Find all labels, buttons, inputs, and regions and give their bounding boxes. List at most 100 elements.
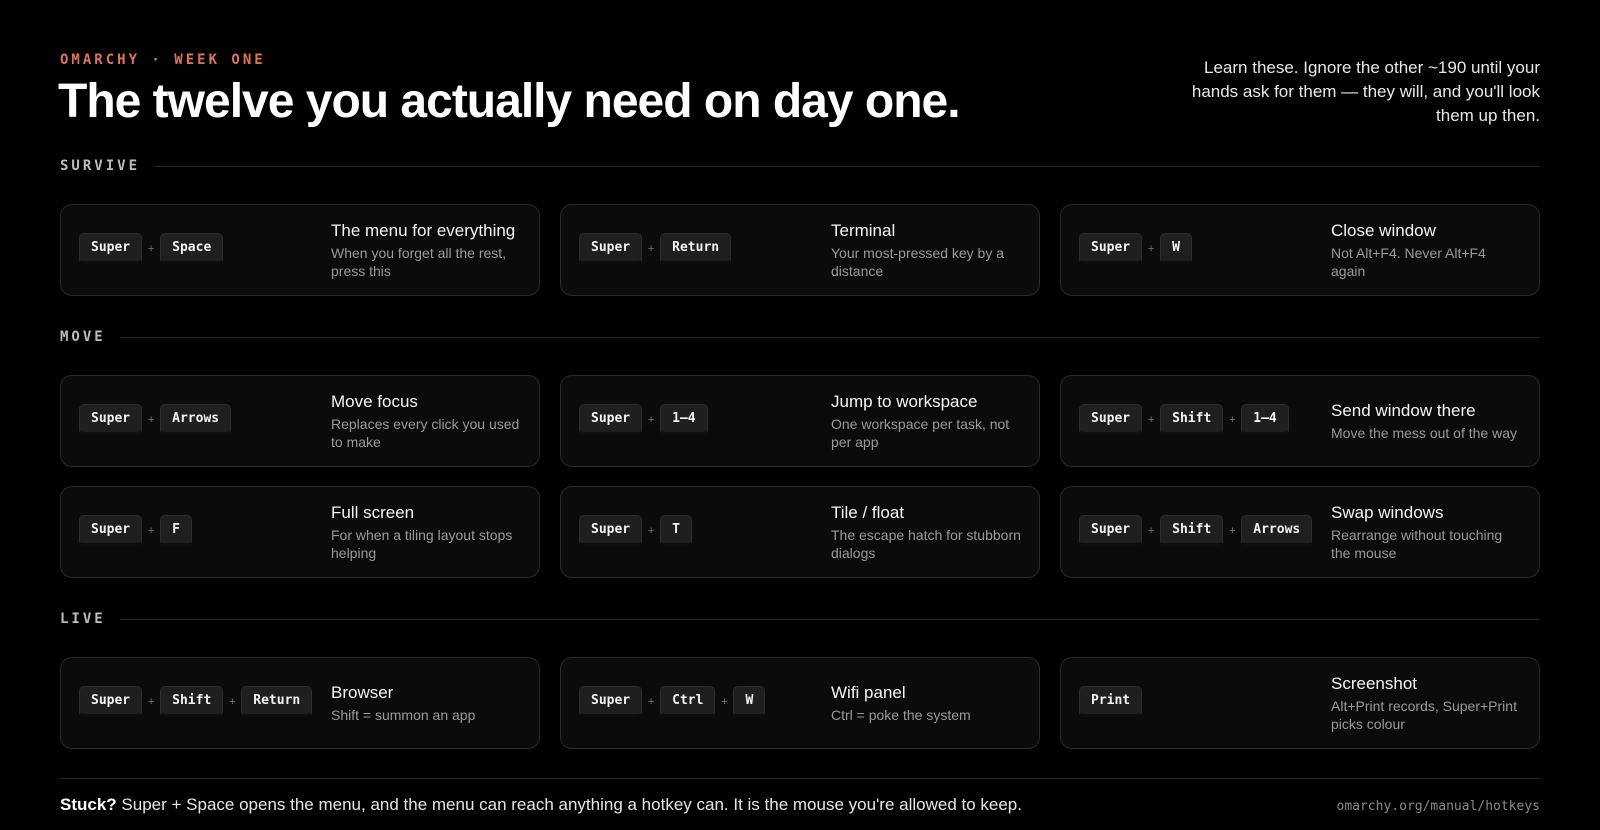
card-text: The menu for everything When you forget a… — [331, 205, 523, 295]
footer-divider — [60, 778, 1540, 779]
section-move: MOVE — [60, 327, 1540, 347]
plus-sign: + — [1147, 524, 1155, 537]
plus-sign: + — [147, 413, 155, 426]
keycap: Super — [1079, 233, 1143, 264]
card-text: Screenshot Alt+Print records, Super+Print… — [1331, 658, 1523, 748]
key-combo: Super + Shift + Arrows — [1079, 515, 1313, 546]
key-combo: Super + Space — [79, 233, 224, 264]
key-combo: Print — [1079, 686, 1143, 717]
keycap: F — [160, 515, 192, 546]
shortcut-description: For when a tiling layout stops helping — [331, 527, 513, 561]
keycap: Super — [79, 515, 143, 546]
keycap: Shift — [1160, 404, 1224, 435]
keycap: Super — [579, 686, 643, 717]
plus-sign: + — [1147, 242, 1155, 255]
keycap: Super — [579, 515, 643, 546]
footer-note: Stuck? Super + Space opens the menu, and… — [60, 795, 1022, 815]
plus-sign: + — [229, 695, 236, 708]
keycap: Super — [79, 686, 143, 717]
eyebrow: OMARCHY · WEEK ONE — [60, 52, 266, 68]
section-label-survive: SURVIVE — [60, 158, 141, 174]
plus-sign: + — [721, 695, 728, 708]
keycap: Arrows — [1241, 515, 1313, 546]
shortcut-card: Print Screenshot Alt+Print records, Super+… — [1060, 657, 1540, 749]
plus-sign: + — [147, 242, 155, 255]
section-divider — [119, 336, 1540, 338]
shortcut-title: Close window — [1331, 221, 1436, 240]
key-combo: Super + Ctrl + W — [579, 686, 766, 717]
key-combo: Super + Shift + Return — [79, 686, 313, 717]
keycap: Super — [1079, 404, 1143, 435]
shortcut-card: Super + Return Terminal Your most-pressed ke… — [560, 204, 1040, 296]
keycap: Ctrl — [660, 686, 716, 717]
card-text: Jump to workspace One workspace per task,… — [831, 376, 1023, 466]
shortcut-description: One workspace per task, not per app — [831, 416, 1010, 450]
shortcut-card: Super + W Close window Not Alt+F4. Never Alt… — [1060, 204, 1540, 296]
keycap: Shift — [1160, 515, 1224, 546]
section-divider — [119, 618, 1540, 620]
key-combo: Super + Arrows — [79, 404, 232, 435]
shortcut-card: Super + T Tile / float The escape hatch for … — [560, 486, 1040, 578]
shortcut-title: Terminal — [831, 221, 896, 240]
shortcut-card: Super + Shift +1–4 Send window there Move the… — [1060, 375, 1540, 467]
shortcut-card: Super + Shift + Return Browser Shift = summon … — [60, 657, 540, 749]
section-divider — [154, 165, 1540, 167]
plus-sign: + — [1229, 413, 1236, 426]
footer-text: Super + Space opens the menu, and the me… — [116, 795, 1022, 814]
footer-lead: Stuck? — [60, 795, 117, 814]
shortcut-title: Swap windows — [1331, 503, 1444, 522]
shortcut-card: Super + Shift + Arrows Swap windows Rearrange … — [1060, 486, 1540, 578]
shortcut-card: Super + Space The menu for everything When y… — [60, 204, 540, 296]
shortcut-description: Ctrl = poke the system — [831, 707, 971, 723]
shortcut-title: The menu for everything — [331, 221, 516, 240]
card-text: Browser Shift = summon an app — [331, 658, 523, 748]
card-text: Terminal Your most-pressed key by a dista… — [831, 205, 1023, 295]
shortcut-description: Shift = summon an app — [331, 707, 476, 723]
section-label-move: MOVE — [60, 329, 106, 345]
card-text: Tile / float The escape hatch for stubbor… — [831, 487, 1023, 577]
card-text: Wifi panel Ctrl = poke the system — [831, 658, 1023, 748]
shortcut-card: Super +1–4 Jump to workspace One workspace … — [560, 375, 1040, 467]
shortcut-card: Super + Arrows Move focus Replaces every cli… — [60, 375, 540, 467]
shortcut-title: Screenshot — [1331, 674, 1417, 693]
keycap: Super — [579, 404, 643, 435]
plus-sign: + — [647, 524, 655, 537]
shortcut-title: Wifi panel — [831, 683, 906, 702]
shortcut-description: When you forget all the rest, press this — [331, 245, 507, 279]
shortcut-description: Your most-pressed key by a distance — [831, 245, 1005, 279]
keycap: Super — [579, 233, 643, 264]
keycap: Print — [1079, 686, 1143, 717]
plus-sign: + — [1229, 524, 1236, 537]
card-text: Close window Not Alt+F4. Never Alt+F4 aga… — [1331, 205, 1523, 295]
keycap: Space — [160, 233, 224, 264]
keycap: W — [1160, 233, 1192, 264]
keycap: 1–4 — [660, 404, 708, 435]
plus-sign: + — [647, 242, 655, 255]
shortcut-description: Alt+Print records, Super+Print picks col… — [1331, 698, 1517, 732]
shortcut-card: Super + Ctrl + W Wifi panel Ctrl = poke the sy… — [560, 657, 1040, 749]
page-title: The twelve you actually need on day one. — [58, 75, 961, 128]
key-combo: Super +1–4 — [579, 404, 708, 435]
plus-sign: + — [647, 695, 655, 708]
intro-text: Learn these. Ignore the other ~190 until… — [1191, 58, 1540, 125]
shortcut-title: Tile / float — [831, 503, 905, 522]
plus-sign: + — [647, 413, 655, 426]
key-combo: Super + W — [1079, 233, 1192, 264]
manual-link[interactable]: omarchy.org/manual/hotkeys — [1337, 799, 1541, 814]
keycap: Super — [79, 404, 143, 435]
keycap: W — [733, 686, 766, 717]
keycap: Shift — [160, 686, 224, 717]
shortcut-title: Full screen — [331, 503, 415, 522]
card-text: Swap windows Rearrange without touching t… — [1331, 487, 1523, 577]
card-text: Move focus Replaces every click you used … — [331, 376, 523, 466]
keycap: Super — [1079, 515, 1143, 546]
plus-sign: + — [147, 524, 155, 537]
shortcut-title: Move focus — [331, 392, 418, 411]
key-combo: Super + Return — [579, 233, 732, 264]
shortcut-title: Send window there — [1331, 401, 1476, 420]
section-survive: SURVIVE — [60, 156, 1540, 176]
section-live: LIVE — [60, 609, 1540, 629]
keycap: Return — [660, 233, 732, 264]
keycap: Arrows — [160, 404, 232, 435]
shortcut-description: Replaces every click you used to make — [331, 416, 520, 450]
